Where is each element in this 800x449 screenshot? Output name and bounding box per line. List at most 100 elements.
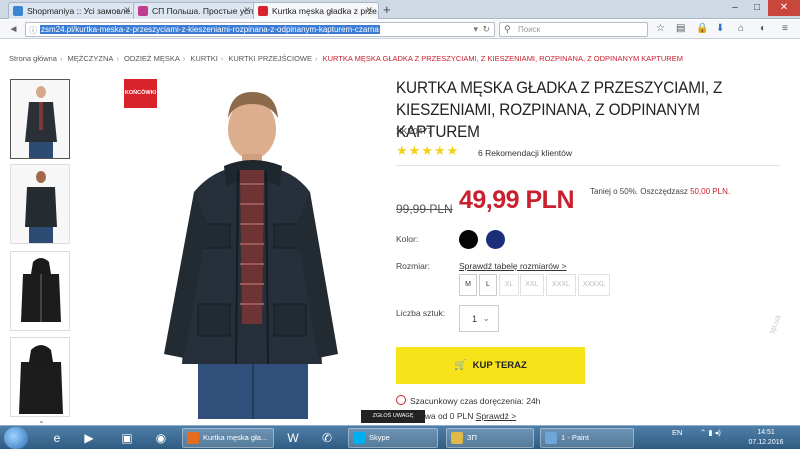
- tab-kurtka-active[interactable]: Kurtka męska gładka z prze... ✕: [253, 2, 379, 19]
- new-tab-icon[interactable]: +: [383, 2, 391, 17]
- shipping-link[interactable]: Sprawdź >: [476, 411, 516, 421]
- tab-label: Shopmaniya :: Усі замовле...: [27, 6, 137, 16]
- firefox-icon: [187, 432, 199, 444]
- quantity-label: Liczba sztuk:: [396, 308, 446, 318]
- size-option-xl[interactable]: XL: [499, 274, 519, 296]
- minimize-icon[interactable]: –: [724, 0, 746, 16]
- start-button[interactable]: [4, 427, 28, 449]
- clock-icon: [396, 395, 406, 405]
- color-swatch-black[interactable]: [459, 230, 478, 249]
- size-option-xxxxl[interactable]: XXXXL: [578, 274, 610, 296]
- lock-icon[interactable]: 🔒: [696, 23, 708, 34]
- search-icon: ⚲: [504, 24, 511, 34]
- quantity-select[interactable]: 1 ⌄: [459, 305, 499, 332]
- product-thumbnail-back[interactable]: [10, 164, 70, 244]
- breadcrumb: Strona główna › MĘŻCZYZNA › ODZIEŻ MĘSKA › …: [9, 54, 683, 63]
- savings-text: Taniej o 50%. Oszczędzasz: [590, 187, 688, 196]
- tab-sp-polsha[interactable]: СП Польша. Простые усл... ✕: [133, 2, 257, 19]
- tray-icons[interactable]: ⌃ ▮ ◂): [700, 428, 721, 437]
- maximize-icon[interactable]: □: [746, 0, 768, 16]
- close-tab-icon[interactable]: ✕: [123, 5, 131, 16]
- quantity-value: 1: [472, 314, 478, 324]
- close-tab-icon[interactable]: ✕: [243, 5, 251, 16]
- delivery-estimate: Szacunkowy czas doręczenia: 24h: [396, 395, 540, 406]
- product-thumbnail-front[interactable]: [10, 79, 70, 159]
- rating-stars[interactable]: ★★★★★: [396, 143, 459, 159]
- breadcrumb-jackets[interactable]: KURTKI: [190, 54, 217, 63]
- taskbar-window-paint[interactable]: 1 - Paint: [540, 428, 634, 448]
- product-title: KURTKA MĘSKA GŁADKA Z PRZESZYCIAMI, Z KI…: [396, 79, 723, 141]
- back-icon[interactable]: ◄: [6, 22, 21, 37]
- star-icon: ★: [433, 143, 447, 158]
- taskbar-window-label: Skype: [369, 433, 390, 442]
- current-price: 49,99 PLN: [459, 186, 575, 214]
- paint-icon: [545, 432, 557, 444]
- shipping-text: awa od 0 PLN: [420, 411, 474, 421]
- product-thumbnail-hood-back[interactable]: [10, 337, 70, 417]
- close-tab-icon[interactable]: ✕: [365, 5, 373, 16]
- url-text[interactable]: zsm24.pl/kurtka-meska-z-przeszyciami-z-k…: [40, 25, 380, 34]
- taskbar-window-folder[interactable]: ЗП: [446, 428, 534, 448]
- breadcrumb-men[interactable]: MĘŻCZYZNA: [68, 54, 114, 63]
- screen: Shopmaniya :: Усі замовле... ✕ СП Польша…: [0, 0, 800, 449]
- watermark: sp.ua: [767, 313, 783, 336]
- info-icon[interactable]: ⓘ: [29, 25, 37, 36]
- reload-icon[interactable]: ↻: [482, 24, 490, 35]
- media-player-icon[interactable]: ▶: [74, 428, 104, 448]
- menu-icon[interactable]: ≡: [782, 23, 788, 34]
- save-icon[interactable]: ▣: [112, 428, 142, 448]
- size-chart-link[interactable]: Sprawdź tabelę rozmiarów >: [459, 261, 566, 271]
- address-bar[interactable]: ⓘ zsm24.pl/kurtka-meska-z-przeszyciami-z…: [25, 22, 495, 37]
- tab-shopmaniya[interactable]: Shopmaniya :: Усі замовле... ✕: [8, 2, 137, 19]
- buy-now-label: KUP TERAZ: [472, 360, 527, 371]
- savings-amount: 50,00 PLN.: [690, 187, 731, 196]
- home-icon[interactable]: ⌂: [738, 23, 744, 34]
- word-icon[interactable]: W: [278, 428, 308, 448]
- product-thumbnail-hood[interactable]: [10, 251, 70, 331]
- chrome-icon[interactable]: ◉: [146, 428, 176, 448]
- download-icon[interactable]: ⬇: [716, 23, 724, 34]
- language-indicator[interactable]: EN: [672, 428, 682, 437]
- shipping-info: awa od 0 PLN Sprawdź >: [420, 411, 516, 421]
- sync-icon[interactable]: ◐: [760, 23, 766, 34]
- color-label: Kolor:: [396, 234, 419, 244]
- old-price: 99,99 PLN: [396, 202, 453, 216]
- viber-icon[interactable]: ✆: [312, 428, 342, 448]
- size-option-xxl[interactable]: XXL: [520, 274, 544, 296]
- bookmarks-icon[interactable]: ▤: [676, 23, 685, 34]
- size-option-xxxl[interactable]: XXXL: [546, 274, 576, 296]
- windows-taskbar: e ▶ ▣ ◉ Kurtka męska gła... W ✆ Skype ЗП…: [0, 425, 800, 449]
- star-icon: ★: [396, 143, 409, 158]
- clock-time: 14:51: [757, 429, 775, 436]
- report-feedback-button[interactable]: ZGŁOŚ UWAGĘ: [361, 410, 425, 423]
- skype-icon: [353, 432, 365, 444]
- system-clock[interactable]: 14:51 07.12.2016: [740, 428, 792, 448]
- taskbar-window-firefox[interactable]: Kurtka męska gła...: [182, 428, 274, 448]
- color-swatch-navy[interactable]: [486, 230, 505, 249]
- tab-favicon-icon: [138, 6, 148, 16]
- tab-favicon-icon: [13, 6, 23, 16]
- cart-icon: 🛒: [454, 360, 467, 371]
- breadcrumb-transitional[interactable]: KURTKI PRZEJŚCIOWE: [228, 54, 312, 63]
- folder-icon: [451, 432, 463, 444]
- search-input[interactable]: ⚲ Поиск: [499, 22, 648, 37]
- size-option-l[interactable]: L: [479, 274, 497, 296]
- product-sku: XKP0477: [396, 126, 432, 136]
- reviews-link[interactable]: 6 Rekomendacji klientów: [478, 148, 572, 158]
- tab-label: Kurtka męska gładka z prze...: [272, 6, 379, 16]
- close-window-icon[interactable]: ✕: [768, 0, 800, 16]
- breadcrumb-home[interactable]: Strona główna: [9, 54, 57, 63]
- breadcrumb-clothing[interactable]: ODZIEŻ MĘSKA: [124, 54, 180, 63]
- ie-icon[interactable]: e: [42, 428, 72, 448]
- chevron-down-icon: ⌄: [482, 313, 490, 323]
- bookmark-star-icon[interactable]: ☆: [656, 23, 665, 34]
- size-option-m[interactable]: M: [459, 274, 477, 296]
- buy-now-button[interactable]: 🛒 KUP TERAZ: [396, 347, 585, 384]
- taskbar-window-skype[interactable]: Skype: [348, 428, 438, 448]
- star-icon: ★: [421, 143, 434, 158]
- product-main-image[interactable]: [112, 74, 377, 419]
- star-icon: ★: [408, 143, 422, 158]
- taskbar-window-label: 1 - Paint: [561, 433, 589, 442]
- dropdown-icon[interactable]: ▾: [473, 24, 478, 35]
- taskbar-window-label: ЗП: [467, 433, 477, 442]
